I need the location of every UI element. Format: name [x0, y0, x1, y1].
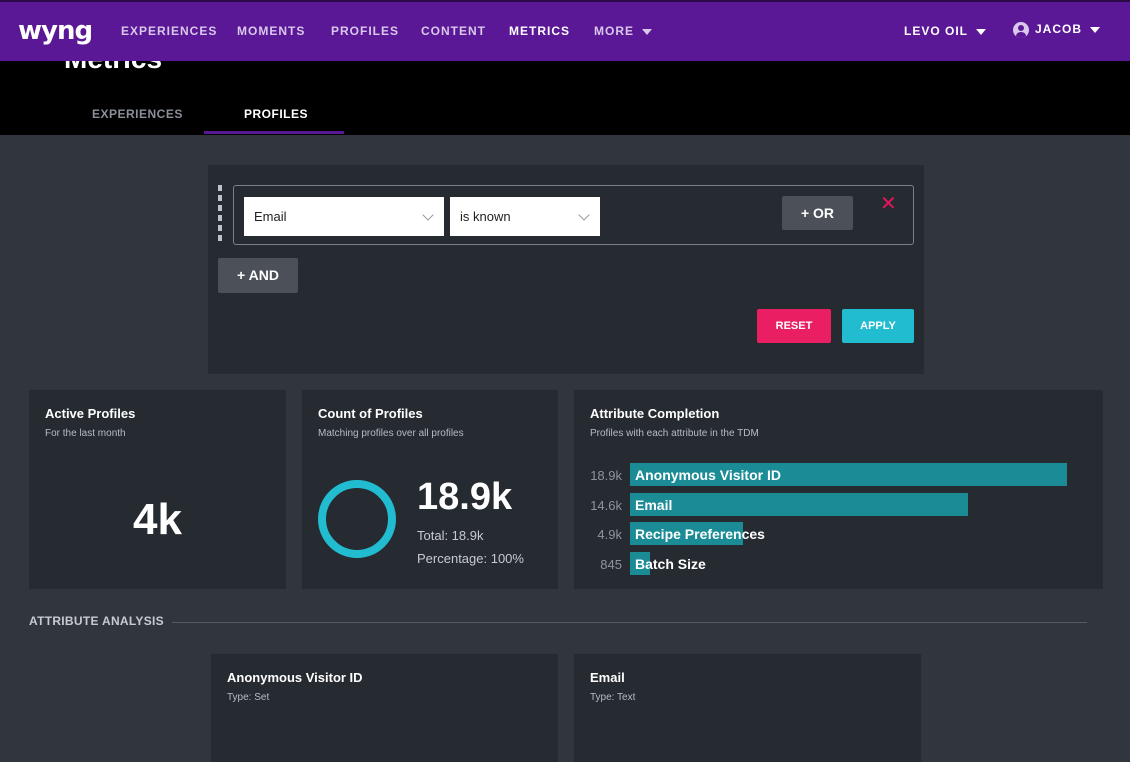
filter-panel: Email is known + OR ✕ + AND RESET APPLY: [208, 165, 924, 374]
card-subtitle: For the last month: [45, 428, 126, 439]
attribute-bar-fill: [630, 492, 968, 516]
card-title: Email: [590, 670, 625, 685]
card-subtitle: Type: Text: [590, 692, 636, 703]
account-name: LEVO OIL: [904, 24, 969, 38]
card-subtitle: Type: Set: [227, 692, 270, 703]
active-profiles-value: 4k: [133, 495, 182, 544]
add-and-button[interactable]: + AND: [218, 258, 298, 293]
card-title: Count of Profiles: [318, 406, 423, 421]
chevron-down-icon: [976, 28, 987, 35]
account-switcher[interactable]: LEVO OIL: [904, 24, 987, 38]
add-or-button[interactable]: + OR: [782, 196, 853, 230]
attribute-bar-label: Batch Size: [635, 555, 706, 572]
nav-more[interactable]: MORE: [594, 24, 652, 38]
operator-select-value: is known: [460, 209, 511, 224]
card-subtitle: Matching profiles over all profiles: [318, 428, 464, 439]
operator-select[interactable]: is known: [450, 197, 600, 236]
card-title: Attribute Completion: [590, 406, 720, 421]
filter-rule: Email is known + OR ✕: [233, 185, 914, 245]
active-profiles-card: Active Profiles For the last month 4k: [29, 390, 286, 589]
chevron-down-icon: [578, 209, 590, 221]
chevron-down-icon: [1090, 27, 1101, 33]
user-avatar-icon: [1013, 22, 1029, 38]
nav-moments[interactable]: MOMENTS: [237, 24, 305, 38]
page-title: Metrics: [64, 61, 162, 75]
attribute-completion-card: Attribute Completion Profiles with each …: [574, 390, 1103, 589]
attribute-bar-value: 845: [600, 556, 622, 572]
attribute-bar-label: Recipe Preferences: [635, 526, 765, 542]
tab-profiles[interactable]: PROFILES: [244, 107, 308, 121]
card-title: Anonymous Visitor ID: [227, 670, 363, 685]
wyng-logo[interactable]: wyng: [18, 16, 93, 46]
nav-profiles[interactable]: PROFILES: [331, 24, 399, 38]
count-total: Total: 18.9k: [417, 528, 484, 543]
nav-content[interactable]: CONTENT: [421, 24, 486, 38]
profiles-donut-chart: [318, 480, 396, 558]
attribute-bar-label: Anonymous Visitor ID: [635, 467, 781, 483]
card-subtitle: Profiles with each attribute in the TDM: [590, 428, 759, 439]
field-select-value: Email: [254, 209, 287, 224]
drag-handle-icon[interactable]: [218, 185, 222, 245]
attribute-bar-value: 4.9k: [597, 527, 622, 542]
card-title: Active Profiles: [45, 406, 136, 421]
count-profiles-card: Count of Profiles Matching profiles over…: [302, 390, 558, 589]
apply-button[interactable]: APPLY: [842, 309, 914, 343]
divider: [172, 622, 1087, 623]
user-name: JACOB: [1035, 22, 1083, 37]
analysis-card-anonymous-visitor-id: Anonymous Visitor ID Type: Set: [211, 654, 558, 762]
nav-more-label: MORE: [594, 24, 634, 38]
top-nav: wyng EXPERIENCES MOMENTS PROFILES CONTEN…: [0, 0, 1130, 61]
active-tab-indicator: [204, 131, 344, 134]
donut-arc: [318, 480, 396, 558]
nav-experiences[interactable]: EXPERIENCES: [121, 24, 217, 38]
close-icon[interactable]: ✕: [880, 194, 897, 214]
attribute-bar-label: Email: [635, 496, 673, 513]
field-select[interactable]: Email: [244, 197, 444, 236]
reset-button[interactable]: RESET: [757, 309, 831, 343]
chevron-down-icon: [642, 28, 652, 35]
tab-experiences[interactable]: EXPERIENCES: [92, 107, 183, 121]
section-label: ATTRIBUTE ANALYSIS: [29, 614, 164, 628]
chevron-down-icon: [422, 209, 434, 221]
attribute-bar-value: 14.6k: [590, 497, 622, 513]
attribute-bar-value: 18.9k: [590, 468, 622, 483]
analysis-card-email: Email Type: Text: [574, 654, 921, 762]
user-menu[interactable]: JACOB: [1013, 22, 1101, 38]
count-profiles-value: 18.9k: [417, 476, 513, 518]
count-percentage: Percentage: 100%: [417, 551, 524, 566]
nav-metrics[interactable]: METRICS: [509, 24, 570, 38]
page-header: Metrics EXPERIENCES PROFILES: [0, 61, 1130, 135]
